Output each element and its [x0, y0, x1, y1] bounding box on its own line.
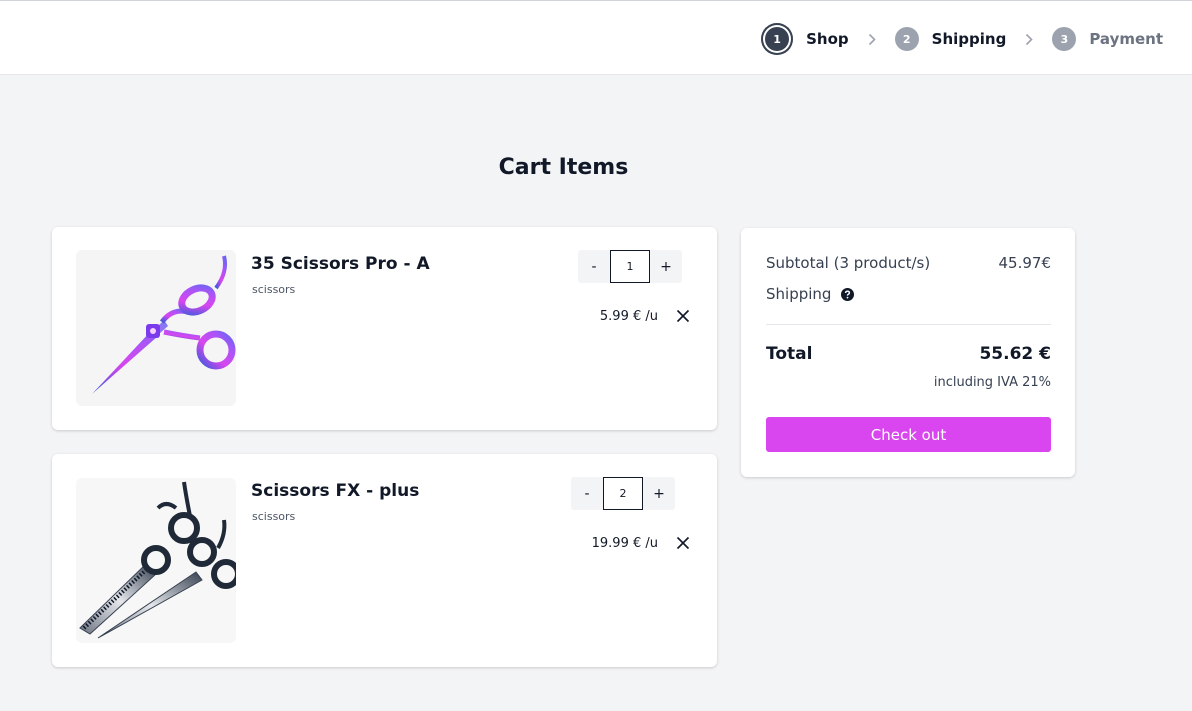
shipping-label: Shipping — [766, 285, 832, 303]
decrement-button[interactable]: - — [571, 477, 603, 510]
close-icon[interactable] — [676, 309, 690, 323]
cart-item: Scissors FX - plus scissors - + 19.99 € … — [52, 454, 717, 667]
product-category: scissors — [252, 510, 296, 523]
step-shop[interactable]: 1 Shop — [761, 23, 849, 55]
product-name[interactable]: 35 Scissors Pro - A — [251, 254, 430, 274]
step-label-payment: Payment — [1089, 30, 1163, 48]
unit-price: 5.99 € /u — [599, 309, 658, 324]
chevron-right-icon — [868, 33, 878, 46]
subtotal-row: Subtotal (3 product/s) 45.97€ — [766, 254, 1051, 272]
page-title: Cart Items — [498, 155, 629, 180]
quantity-input[interactable] — [603, 477, 643, 510]
step-number-3: 3 — [1052, 27, 1077, 51]
quantity-input[interactable] — [610, 250, 650, 283]
step-number-2: 2 — [894, 27, 919, 51]
step-payment[interactable]: 3 Payment — [1052, 27, 1163, 51]
order-summary: Subtotal (3 product/s) 45.97€ Shipping T… — [741, 228, 1075, 477]
quantity-stepper: - + — [571, 477, 675, 510]
total-label: Total — [766, 344, 813, 364]
step-number-1: 1 — [761, 23, 794, 55]
help-icon[interactable] — [841, 287, 855, 301]
product-name[interactable]: Scissors FX - plus — [251, 481, 419, 501]
unit-price: 19.99 € /u — [591, 536, 658, 551]
total-value: 55.62 € — [979, 344, 1051, 364]
product-category: scissors — [252, 283, 296, 296]
subtotal-value: 45.97€ — [998, 254, 1052, 272]
purple-scissors-image — [92, 255, 236, 394]
tax-note: including IVA 21% — [933, 375, 1051, 390]
shipping-row: Shipping — [766, 285, 1051, 303]
total-row: Total 55.62 € — [766, 344, 1051, 364]
step-label-shipping: Shipping — [931, 30, 1007, 48]
checkout-steps: 1 Shop 2 Shipping 3 Payment — [761, 23, 1163, 55]
product-image[interactable] — [76, 478, 236, 643]
product-image[interactable] — [76, 250, 236, 406]
quantity-stepper: - + — [578, 250, 682, 283]
divider — [766, 324, 1051, 325]
close-icon[interactable] — [676, 536, 690, 550]
decrement-button[interactable]: - — [578, 250, 610, 283]
increment-button[interactable]: + — [650, 250, 682, 283]
step-shipping[interactable]: 2 Shipping — [894, 27, 1007, 51]
checkout-header: 1 Shop 2 Shipping 3 Payment — [0, 0, 1192, 75]
chevron-right-icon — [1025, 33, 1035, 46]
cart-item: 35 Scissors Pro - A scissors - + 5.99 € … — [52, 227, 717, 430]
checkout-button[interactable]: Check out — [766, 417, 1051, 452]
step-label-shop: Shop — [806, 30, 849, 48]
silver-scissors-pair-image — [79, 481, 236, 639]
increment-button[interactable]: + — [643, 477, 675, 510]
subtotal-label: Subtotal (3 product/s) — [766, 254, 931, 272]
